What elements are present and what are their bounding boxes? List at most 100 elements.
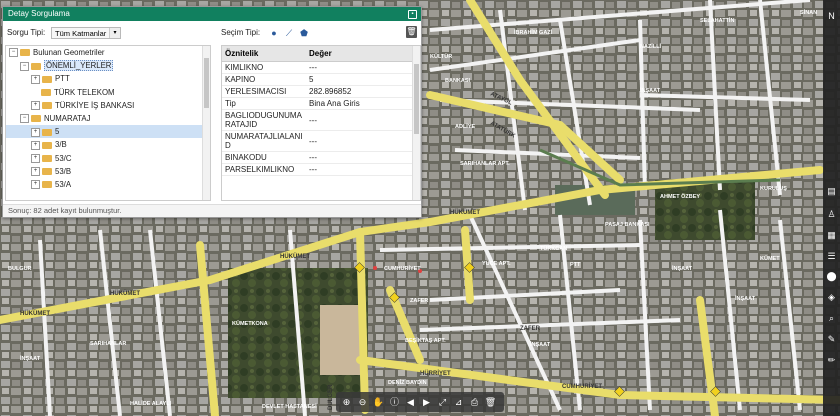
scrollbar-thumb[interactable] — [204, 58, 209, 108]
folder-icon — [42, 154, 52, 162]
collapse-icon[interactable]: − — [20, 114, 29, 124]
map-label-kultur: KÜLTÜR — [430, 53, 452, 60]
expand-icon[interactable]: + — [31, 153, 40, 163]
full-extent-icon[interactable]: ⤢ — [435, 395, 450, 410]
tree-item-is-bankasi[interactable]: + TÜRKİYE İŞ BANKASI — [6, 99, 210, 112]
tree-root[interactable]: − Bulunan Geometriler — [6, 46, 210, 59]
folder-icon — [41, 89, 51, 96]
collapse-icon[interactable]: − — [20, 61, 29, 71]
expand-icon[interactable]: + — [31, 74, 40, 84]
tree-item-53a[interactable]: +53/A — [6, 178, 210, 191]
tree-item-5[interactable]: +5 — [6, 125, 210, 139]
tree-item-label: 53/C — [55, 153, 72, 163]
layers-icon[interactable]: ▤ — [825, 185, 838, 198]
folder-icon — [42, 168, 52, 176]
close-icon[interactable]: ▪ — [408, 10, 417, 19]
expand-icon[interactable]: + — [31, 167, 40, 177]
panel-title: Detay Sorgulama — [8, 9, 70, 18]
map-toolbar: ⊕ ⊖ ✋ ⓘ ◀ ▶ ⤢ ⊿ ⎙ 🗑 — [336, 392, 504, 412]
attribute-scrollbar[interactable] — [412, 46, 420, 200]
map-label-insaat-1: İNŞAAT — [672, 265, 693, 272]
tree-item-label: TÜRKİYE İŞ BANKASI — [55, 100, 135, 110]
table-icon[interactable]: ☰ — [825, 250, 838, 263]
map-label-hukumet-2: HÜKÜMET — [110, 290, 140, 297]
edit-icon[interactable]: ✎ — [825, 333, 838, 346]
point-select-icon[interactable]: ● — [268, 27, 280, 39]
grid-icon[interactable]: ▦ — [825, 229, 838, 242]
scrollbar-thumb[interactable] — [414, 64, 419, 134]
attribute-value: Bina Ana Giris — [306, 97, 412, 110]
map-label-insaat-2: İNŞAAT — [735, 295, 756, 302]
tree-item-onemli-yerler[interactable]: − ÖNEMLİ_YERLER — [6, 59, 210, 72]
query-type-select[interactable]: Tüm Katmanlar ▾ — [51, 27, 121, 39]
column-header-attribute[interactable]: Öznitelik — [222, 46, 306, 62]
map-label-sarihanlar-apt: SARIHANLAR APT. — [460, 161, 510, 167]
person-icon[interactable]: ♙ — [825, 208, 838, 221]
chevron-down-icon[interactable]: ▾ — [109, 28, 120, 38]
map-label-kumet: KÜMET — [760, 255, 780, 262]
map-label-hurriyet: HÜRRİYET — [420, 370, 451, 377]
tree-item-53c[interactable]: +53/C — [6, 152, 210, 165]
selection-type-label: Seçim Tipi: — [221, 28, 261, 37]
print-icon[interactable]: ⎙ — [467, 395, 482, 410]
map-label-yuce-apt: YÜCE APT. — [482, 260, 511, 267]
folder-icon — [42, 75, 52, 83]
tree-item-ptt[interactable]: + PTT — [6, 72, 210, 85]
attribute-key: YERLESIMACISI — [222, 85, 306, 98]
expand-icon[interactable]: + — [31, 140, 40, 150]
location-pin-icon[interactable]: ⬤ — [825, 270, 838, 283]
map-label-insaat-3: İNŞAAT — [530, 341, 551, 348]
column-header-value[interactable]: Değer — [306, 46, 412, 62]
zoom-in-icon[interactable]: ⊕ — [339, 395, 354, 410]
measure-icon[interactable]: ⊿ — [451, 395, 466, 410]
north-arrow-icon: N — [828, 11, 835, 21]
map-label-hukumet-4: HÜKÜMET — [450, 209, 480, 216]
polygon-select-icon[interactable]: ⬟ — [298, 27, 310, 39]
map-label-ibrahim-gazi: İBRAHİM GAZİ — [514, 29, 553, 36]
draw-icon[interactable]: ✏ — [825, 354, 838, 367]
map-label-hukumet-1: HÜKÜMET — [20, 310, 50, 317]
folder-icon — [31, 115, 41, 123]
tree-item-turk-telekom[interactable]: TÜRK TELEKOM — [6, 86, 210, 99]
zoom-out-icon[interactable]: ⊖ — [355, 395, 370, 410]
attribute-value: 282.896852 — [306, 85, 412, 98]
tree-scrollbar[interactable] — [202, 46, 210, 200]
expand-icon[interactable]: + — [31, 101, 40, 111]
collapse-icon[interactable]: − — [9, 48, 18, 58]
map-label-sarihanlar: SARIHANLAR — [90, 341, 126, 347]
map-label-adliye: ADLİYE — [455, 123, 476, 130]
search-icon[interactable]: ⌕ — [825, 312, 838, 325]
expand-icon[interactable]: + — [31, 127, 40, 137]
tree-item-numarataj[interactable]: − NUMARATAJ — [6, 112, 210, 125]
status-bar: Sonuç: 82 adet kayıt bulunmuştur. — [3, 204, 421, 217]
map-label-hukumet-3: HÜKÜMET — [280, 253, 310, 260]
map-label-devlet-hastanesi: DEVLET HASTANESİ — [262, 403, 317, 410]
map-label-insaat-4: İNŞAAT — [20, 355, 41, 362]
delete-icon[interactable]: 🗑 — [483, 395, 498, 410]
basemap-icon[interactable]: ◈ — [825, 291, 838, 304]
pan-hand-icon[interactable]: ✋ — [371, 395, 386, 410]
attribute-key: BINAKODU — [222, 151, 306, 164]
tree-item-label: NUMARATAJ — [44, 113, 91, 123]
back-icon[interactable]: ◀ — [403, 395, 418, 410]
line-select-icon[interactable]: ⟋ — [283, 27, 295, 39]
expand-icon[interactable]: + — [31, 180, 40, 190]
query-toolbar: Sorgu Tipi: Tüm Katmanlar ▾ Seçim Tipi: … — [3, 25, 421, 43]
query-type-value: Tüm Katmanlar — [55, 29, 107, 38]
clear-trash-icon[interactable]: 🗑 — [406, 26, 417, 38]
tree-item-3b[interactable]: +3/B — [6, 138, 210, 151]
map-label-kurulus: KURULUŞ — [760, 186, 787, 192]
map-label-halide-alayli: HALİDE ALAYLI — [130, 400, 172, 407]
tree-item-label: PTT — [55, 74, 70, 84]
attribute-key: NUMARATAJLIALANID — [222, 130, 306, 152]
tree-item-53b[interactable]: +53/B — [6, 165, 210, 178]
map-label-deniz-baydin: DENİZ BAYDIN — [388, 379, 427, 386]
map-label-selahattin: SELAHATTİN — [700, 17, 734, 24]
tree-item-label: 53/A — [55, 179, 72, 189]
map-label-zafer: ZAFER — [410, 298, 428, 304]
info-icon[interactable]: ⓘ — [387, 395, 402, 410]
detail-query-panel: Detay Sorgulama ▪ Sorgu Tipi: Tüm Katman… — [2, 6, 422, 218]
panel-title-bar: Detay Sorgulama ▪ — [3, 7, 421, 21]
forward-icon[interactable]: ▶ — [419, 395, 434, 410]
folder-icon — [31, 62, 41, 70]
